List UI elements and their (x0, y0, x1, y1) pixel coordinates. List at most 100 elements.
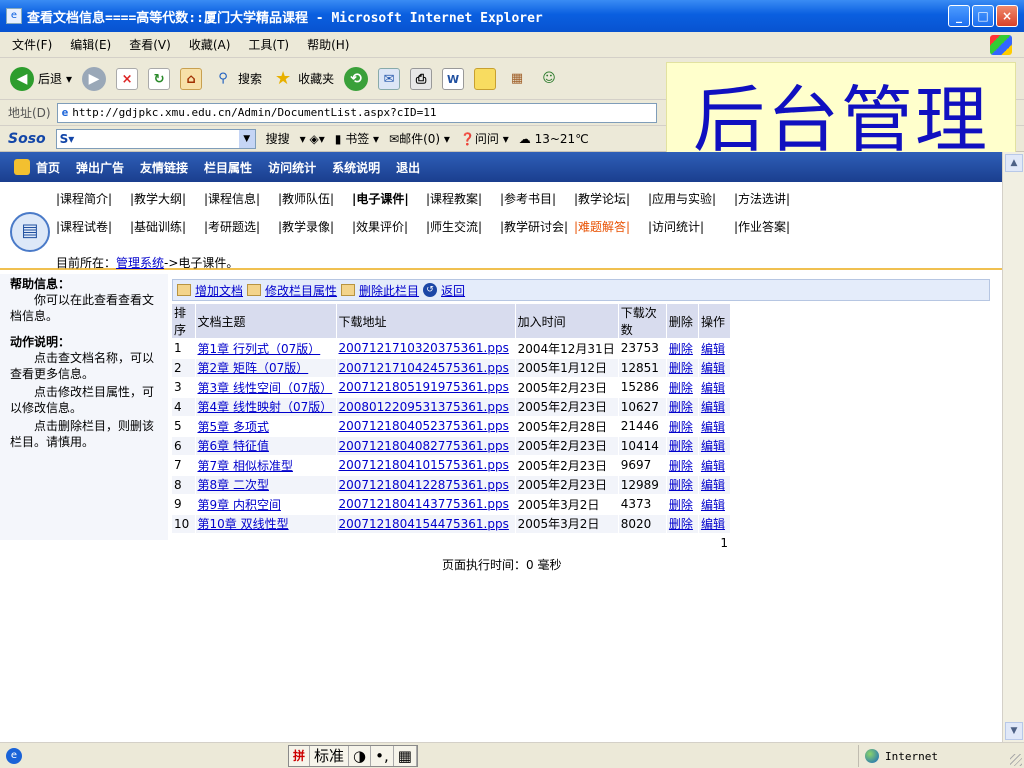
minimize-button[interactable]: _ (948, 5, 970, 27)
home-button[interactable]: ⌂ (180, 67, 203, 90)
search-button[interactable]: ⚲ 搜索 (212, 68, 262, 90)
messenger-button[interactable]: ☺ (538, 68, 560, 90)
edit-link[interactable]: 编辑 (701, 517, 725, 531)
category-link[interactable]: |方法选讲| (734, 190, 808, 207)
category-link[interactable]: |课程信息| (204, 190, 278, 207)
nav-popup-ad[interactable]: 弹出广告 (76, 159, 124, 176)
url-link[interactable]: 2007121804052375361.pps (339, 419, 509, 433)
title-link[interactable]: 第1章 行列式（07版） (198, 342, 321, 356)
weather-button[interactable]: ☁ 13~21℃ (519, 132, 589, 146)
delete-link[interactable]: 删除 (669, 439, 693, 453)
url-link[interactable]: 2007121804143775361.pps (339, 497, 509, 511)
menu-help[interactable]: 帮助(H) (307, 36, 349, 53)
menu-edit[interactable]: 编辑(E) (70, 36, 111, 53)
history-button[interactable]: ⟲ (344, 66, 369, 91)
address-input[interactable]: e http://gdjpkc.xmu.edu.cn/Admin/Documen… (56, 102, 657, 123)
category-link[interactable]: |课程试卷| (56, 218, 130, 235)
edit-link[interactable]: 编辑 (701, 400, 725, 414)
menu-file[interactable]: 文件(F) (12, 36, 52, 53)
delete-link[interactable]: 删除 (669, 400, 693, 414)
research-button[interactable]: ▦ (506, 68, 528, 90)
category-link[interactable]: |访问统计| (648, 218, 734, 235)
delete-link[interactable]: 删除 (669, 478, 693, 492)
nav-home[interactable]: 首页 (36, 159, 60, 176)
nav-logout[interactable]: 退出 (396, 159, 420, 176)
title-link[interactable]: 第9章 内积空间 (198, 498, 281, 512)
vertical-scrollbar[interactable]: ▲ ▼ (1002, 152, 1024, 742)
edit-link[interactable]: 编辑 (701, 498, 725, 512)
ime-mode[interactable]: 标准 (310, 746, 350, 766)
ime-bar[interactable]: 拼 标准 ◑ •, ▦ (288, 745, 418, 767)
delete-link[interactable]: 删除 (669, 342, 693, 356)
category-link[interactable]: |参考书目| (500, 190, 574, 207)
maximize-button[interactable]: □ (972, 5, 994, 27)
back-link[interactable]: 返回 (441, 282, 465, 299)
category-link[interactable]: |基础训练| (130, 218, 204, 235)
keyboard-icon[interactable]: ▦ (394, 746, 417, 766)
forward-button[interactable]: ▶ (82, 66, 107, 91)
title-link[interactable]: 第6章 特征值 (198, 439, 269, 453)
category-link[interactable]: |教学研讨会| (500, 218, 574, 235)
edit-link[interactable]: 编辑 (701, 459, 725, 473)
delete-link[interactable]: 删除 (669, 381, 693, 395)
page-number[interactable]: 1 (171, 533, 731, 554)
nav-about[interactable]: 系统说明 (332, 159, 380, 176)
stop-button[interactable]: × (116, 67, 139, 90)
category-link[interactable]: |师生交流| (426, 218, 500, 235)
url-link[interactable]: 2007121710320375361.pps (339, 341, 509, 355)
refresh-button[interactable]: ↻ (148, 67, 171, 90)
edit-link[interactable]: 编辑 (701, 420, 725, 434)
category-link[interactable]: |难题解答| (574, 218, 648, 235)
nav-stats[interactable]: 访问统计 (268, 159, 316, 176)
category-link[interactable]: |教学论坛| (574, 190, 648, 207)
menu-tools[interactable]: 工具(T) (248, 36, 289, 53)
url-link[interactable]: 2007121804122875361.pps (339, 478, 509, 492)
title-link[interactable]: 第8章 二次型 (198, 478, 269, 492)
edit-button[interactable]: W (442, 67, 465, 90)
delete-link[interactable]: 删除 (669, 420, 693, 434)
edit-link[interactable]: 编辑 (701, 342, 725, 356)
bookmarks-button[interactable]: ▮ 书签 ▾ (335, 130, 379, 147)
nav-links[interactable]: 友情链接 (140, 159, 188, 176)
moon-icon[interactable]: ◑ (349, 746, 372, 766)
mail-button[interactable]: ✉ (378, 67, 401, 90)
soso-search-button[interactable]: 搜搜 (266, 130, 290, 147)
punctuation-icon[interactable]: •, (371, 746, 394, 766)
url-link[interactable]: 2007121804154475361.pps (339, 517, 509, 531)
add-document-link[interactable]: 增加文档 (195, 282, 243, 299)
soso-dropdown-icon[interactable]: ▾ ◈▾ (300, 132, 325, 146)
edit-link[interactable]: 编辑 (701, 361, 725, 375)
category-link[interactable]: |教学大纲| (130, 190, 204, 207)
category-link[interactable]: |考研题选| (204, 218, 278, 235)
scroll-up-icon[interactable]: ▲ (1005, 154, 1023, 172)
menu-view[interactable]: 查看(V) (129, 36, 171, 53)
edit-link[interactable]: 编辑 (701, 381, 725, 395)
close-button[interactable]: × (996, 5, 1018, 27)
category-link[interactable]: |教学录像| (278, 218, 352, 235)
edit-link[interactable]: 编辑 (701, 439, 725, 453)
edit-link[interactable]: 编辑 (701, 478, 725, 492)
category-link[interactable]: |课程简介| (56, 190, 130, 207)
url-link[interactable]: 2008012209531375361.pps (339, 400, 509, 414)
nav-column-props[interactable]: 栏目属性 (204, 159, 252, 176)
delete-link[interactable]: 删除 (669, 459, 693, 473)
edit-column-link[interactable]: 修改栏目属性 (265, 282, 337, 299)
menu-favorites[interactable]: 收藏(A) (189, 36, 231, 53)
mail-menu-button[interactable]: ✉邮件(0) ▾ (389, 130, 450, 147)
category-link[interactable]: |教师队伍| (278, 190, 352, 207)
folder-button[interactable] (474, 67, 497, 90)
title-link[interactable]: 第7章 相似标准型 (198, 459, 293, 473)
title-link[interactable]: 第2章 矩阵（07版） (198, 361, 309, 375)
url-link[interactable]: 2007121804082775361.pps (339, 439, 509, 453)
scroll-down-icon[interactable]: ▼ (1005, 722, 1023, 740)
favorites-button[interactable]: ★ 收藏夹 (272, 68, 334, 90)
delete-link[interactable]: 删除 (669, 361, 693, 375)
category-link[interactable]: |作业答案| (734, 218, 808, 235)
resize-grip[interactable] (1010, 754, 1022, 766)
category-link-active[interactable]: |电子课件| (352, 190, 426, 207)
url-link[interactable]: 2007121710424575361.pps (339, 361, 509, 375)
breadcrumb-link[interactable]: 管理系统 (116, 256, 164, 270)
ask-button[interactable]: ❓问问 ▾ (460, 130, 509, 147)
title-link[interactable]: 第4章 线性映射（07版） (198, 400, 333, 414)
title-link[interactable]: 第5章 多项式 (198, 420, 269, 434)
